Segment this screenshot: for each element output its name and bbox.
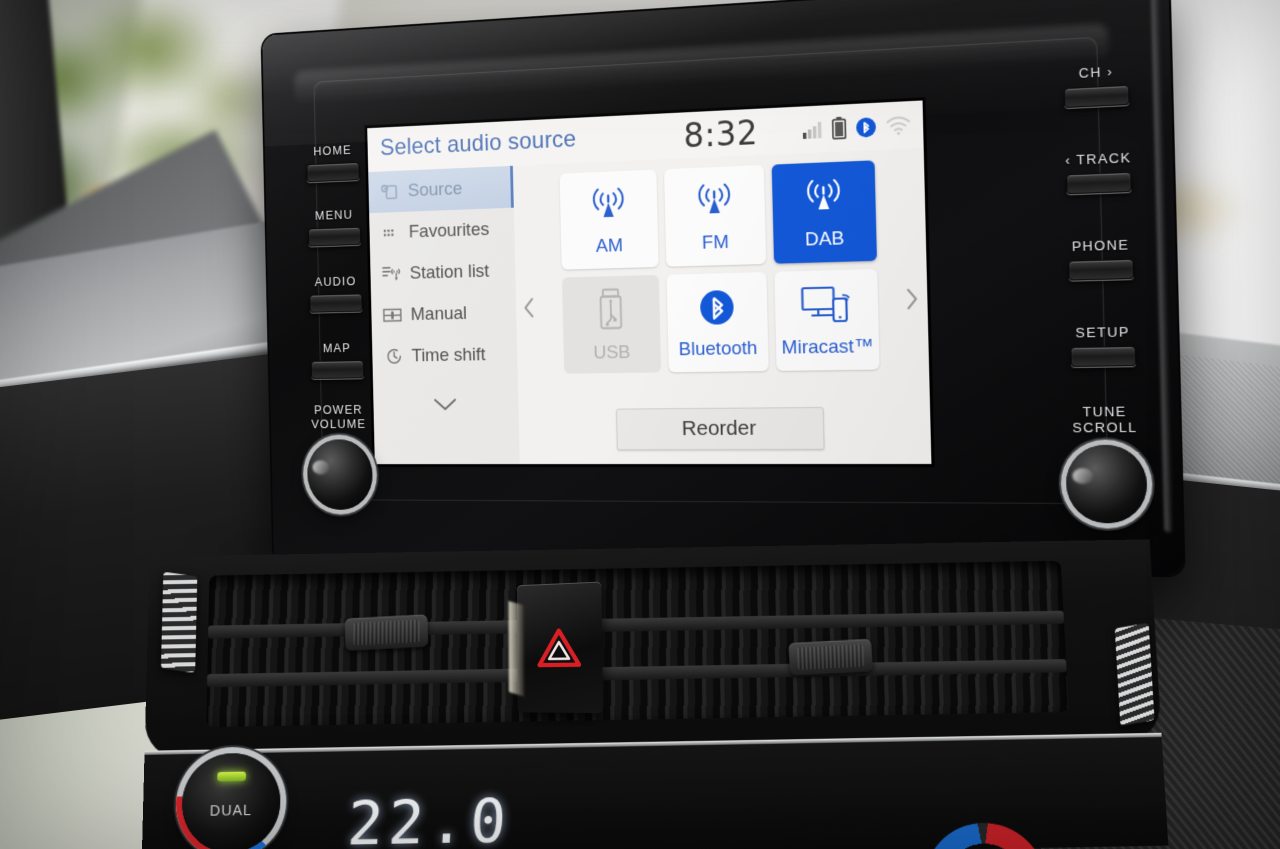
air-vent-direction-tab[interactable] bbox=[788, 638, 874, 676]
channel-up-button-cap[interactable] bbox=[1063, 84, 1130, 109]
center-console: DUAL 22.0 bbox=[141, 539, 1169, 849]
sidebar: Source Favourites Station list Manual Ti… bbox=[368, 165, 520, 465]
source-tiles: AM FM DAB USB Bluetooth Miracast™ bbox=[543, 160, 898, 374]
map-button[interactable]: MAP bbox=[291, 340, 383, 379]
phone-button-cap[interactable] bbox=[1068, 258, 1134, 281]
sidebar-item-label: Manual bbox=[410, 302, 468, 325]
source-tile-label: USB bbox=[593, 341, 631, 363]
battery-icon bbox=[832, 117, 847, 140]
radio-tower-icon bbox=[799, 175, 849, 223]
setup-button[interactable]: SETUP bbox=[1046, 323, 1160, 368]
sidebar-item-manual[interactable]: Manual bbox=[371, 291, 517, 336]
sidebar-item-label: Time shift bbox=[411, 344, 486, 366]
source-tile-label: Bluetooth bbox=[678, 337, 758, 360]
source-tile-fm[interactable]: FM bbox=[664, 164, 767, 267]
bluetooth-icon bbox=[697, 286, 737, 332]
audio-button[interactable]: AUDIO bbox=[290, 273, 382, 313]
hazard-triangle-icon bbox=[536, 627, 582, 668]
manual-tuner-icon bbox=[383, 305, 403, 325]
screenshot-root: 8:32 Select audio source Source Favourit… bbox=[0, 0, 1280, 849]
source-tile-label: Miracast™ bbox=[781, 335, 874, 359]
map-button-cap[interactable] bbox=[311, 360, 365, 379]
menu-button-cap[interactable] bbox=[308, 226, 362, 247]
channel-up-button[interactable]: CH › bbox=[1040, 61, 1154, 109]
setup-button-cap[interactable] bbox=[1070, 345, 1137, 368]
reorder-button[interactable]: Reorder bbox=[616, 406, 825, 451]
home-button-cap[interactable] bbox=[306, 161, 360, 183]
tune-scroll-knob[interactable]: TUNE SCROLL bbox=[1048, 403, 1164, 524]
tune-scroll-knob-dial[interactable] bbox=[1065, 444, 1148, 524]
clock: 8:32 bbox=[682, 112, 759, 155]
infotainment-screen[interactable]: 8:32 Select audio source Source Favourit… bbox=[367, 100, 932, 465]
menu-button[interactable]: MENU bbox=[289, 206, 381, 247]
sidebar-item-source[interactable]: Source bbox=[368, 165, 514, 214]
track-back-button-cap[interactable] bbox=[1066, 171, 1132, 195]
dual-mode-indicator-led bbox=[217, 771, 247, 782]
sidebar-scroll-down-button[interactable] bbox=[373, 387, 519, 427]
favourites-grid-icon bbox=[381, 223, 401, 243]
source-tile-dab[interactable]: DAB bbox=[771, 160, 877, 264]
source-tile-label: FM bbox=[701, 231, 730, 254]
sidebar-item-label: Source bbox=[407, 178, 463, 201]
miracast-icon bbox=[800, 283, 854, 330]
hazard-button[interactable] bbox=[516, 581, 604, 714]
source-tile-bluetooth[interactable]: Bluetooth bbox=[666, 272, 769, 373]
dual-climate-knob[interactable]: DUAL bbox=[174, 746, 288, 849]
air-vent-slats bbox=[206, 560, 1069, 728]
source-tile-usb[interactable]: USB bbox=[561, 274, 662, 374]
wifi-icon bbox=[886, 115, 911, 136]
sidebar-item-station-list[interactable]: Station list bbox=[370, 250, 516, 296]
sidebar-item-label: Station list bbox=[409, 260, 490, 284]
source-tile-am[interactable]: AM bbox=[559, 169, 659, 270]
temperature-display: 22.0 bbox=[345, 785, 513, 849]
source-tile-miracast[interactable]: Miracast™ bbox=[774, 269, 880, 371]
bluetooth-icon bbox=[855, 116, 877, 138]
station-list-icon bbox=[382, 264, 402, 284]
signal-icon bbox=[802, 120, 824, 139]
track-back-button[interactable]: ‹ TRACK bbox=[1042, 149, 1156, 196]
home-button[interactable]: HOME bbox=[287, 141, 379, 183]
air-vent-direction-tab[interactable] bbox=[344, 614, 429, 651]
head-unit: 8:32 Select audio source Source Favourit… bbox=[262, 0, 1184, 576]
prev-page-button[interactable] bbox=[517, 293, 542, 323]
source-icon bbox=[380, 182, 400, 202]
power-volume-knob-dial[interactable] bbox=[306, 439, 374, 510]
radio-tower-icon bbox=[585, 184, 632, 230]
chevron-down-icon bbox=[433, 397, 457, 417]
next-page-button[interactable] bbox=[898, 283, 926, 315]
sidebar-item-label: Favourites bbox=[408, 218, 490, 242]
radio-tower-icon bbox=[690, 180, 738, 227]
usb-icon bbox=[596, 287, 626, 336]
phone-button[interactable]: PHONE bbox=[1044, 236, 1158, 281]
source-grid-area: AM FM DAB USB Bluetooth Miracast™ Reorde… bbox=[512, 147, 932, 465]
audio-button-cap[interactable] bbox=[309, 293, 363, 313]
side-air-vent-left bbox=[160, 571, 198, 673]
source-tile-label: AM bbox=[595, 234, 624, 257]
source-tile-label: DAB bbox=[804, 227, 845, 251]
side-air-vent-right bbox=[1114, 622, 1155, 727]
reorder-row: Reorder bbox=[518, 406, 931, 451]
sidebar-item-time-shift[interactable]: Time shift bbox=[372, 333, 518, 377]
sidebar-item-favourites[interactable]: Favourites bbox=[369, 208, 515, 254]
clock-icon bbox=[384, 347, 404, 366]
power-volume-knob[interactable]: POWER VOLUME bbox=[293, 402, 387, 510]
